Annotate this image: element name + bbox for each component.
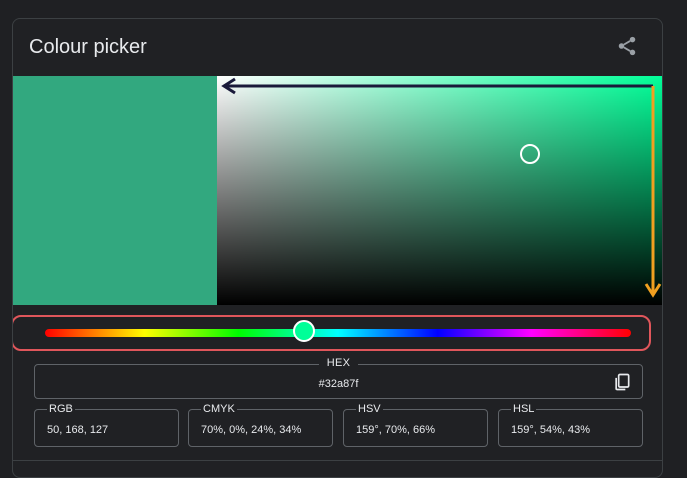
saturation-value-canvas[interactable]: [217, 76, 662, 305]
rgb-input[interactable]: [47, 424, 175, 436]
rgb-field[interactable]: RGB: [34, 403, 179, 447]
hsv-field[interactable]: HSV: [343, 403, 488, 447]
hex-label: HEX: [35, 357, 642, 369]
hue-handle[interactable]: [292, 320, 315, 342]
hsl-label: HSL: [511, 403, 537, 415]
hex-field[interactable]: HEX: [34, 357, 643, 399]
hsv-input[interactable]: [356, 424, 484, 436]
hex-input[interactable]: [35, 377, 642, 391]
divider: [13, 460, 662, 461]
cmyk-field[interactable]: CMYK: [188, 403, 333, 447]
picker-area: [13, 76, 662, 305]
hue-slider[interactable]: [45, 329, 631, 337]
hue-slider-highlight: [13, 315, 651, 351]
color-format-fields: RGB CMYK HSV HSL: [34, 403, 643, 447]
color-preview-swatch: [13, 76, 217, 305]
colour-picker-card: Colour picker HEX #32a87f RGB 50, 168, 1…: [12, 18, 663, 478]
hsv-label: HSV: [356, 403, 383, 415]
rgb-label: RGB: [47, 403, 75, 415]
cmyk-label: CMYK: [201, 403, 237, 415]
card-header: Colour picker: [13, 19, 662, 76]
cmyk-input[interactable]: [201, 424, 329, 436]
hsl-field[interactable]: HSL: [498, 403, 643, 447]
card-title: Colour picker: [29, 36, 147, 58]
saturation-handle[interactable]: [519, 143, 540, 164]
share-icon[interactable]: [616, 35, 638, 57]
copy-icon[interactable]: [612, 372, 632, 392]
hsl-input[interactable]: [511, 424, 639, 436]
